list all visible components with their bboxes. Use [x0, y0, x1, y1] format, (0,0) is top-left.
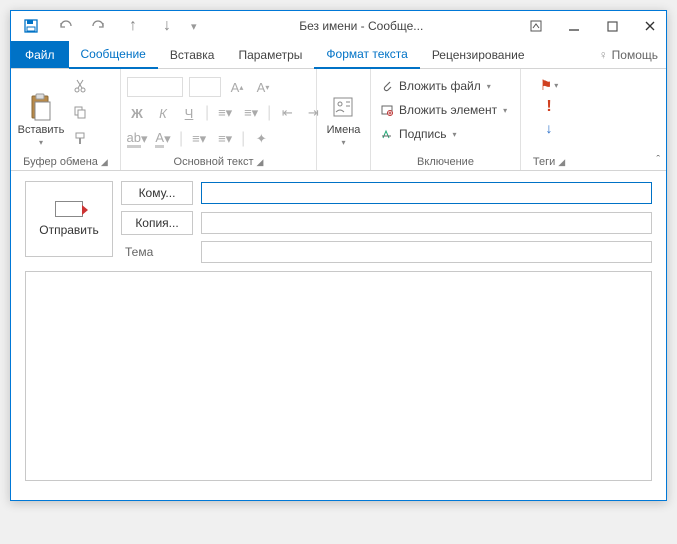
- format-painter-icon[interactable]: [69, 127, 91, 149]
- align-icon[interactable]: ≡▾: [189, 129, 209, 149]
- to-button[interactable]: Кому...: [121, 181, 193, 205]
- redo-icon[interactable]: [89, 16, 109, 36]
- ribbon-display-icon[interactable]: [526, 16, 546, 36]
- signature-label: Подпись: [399, 127, 447, 141]
- paste-label: Вставить: [18, 124, 65, 136]
- basictext-group-label: Основной текст: [174, 156, 254, 168]
- font-dropdown[interactable]: [127, 77, 183, 97]
- up-arrow-icon[interactable]: ↑: [123, 16, 143, 36]
- high-importance-button[interactable]: !: [546, 98, 551, 116]
- tags-group-label: Теги: [533, 156, 555, 168]
- chevron-down-icon: ▾: [341, 138, 345, 147]
- lightbulb-icon: ♀: [599, 48, 608, 62]
- chevron-down-icon: ▾: [503, 106, 507, 115]
- outlook-compose-window: ↑ ↓ ▾ Без имени - Сообще... Файл Сообщен…: [10, 10, 667, 501]
- clear-formatting-icon[interactable]: ✦: [251, 129, 271, 149]
- line-spacing-icon[interactable]: ≡▾: [215, 129, 235, 149]
- tab-format-text[interactable]: Формат текста: [314, 41, 419, 69]
- cut-icon[interactable]: [69, 75, 91, 97]
- cc-input[interactable]: [201, 212, 652, 234]
- undo-icon[interactable]: [55, 16, 75, 36]
- save-icon[interactable]: [21, 16, 41, 36]
- send-label: Отправить: [39, 223, 99, 237]
- ribbon-group-basic-text: A▴ A▾ Ж К Ч | ≡▾ ≡▾ | ⇤ ⇥ ab▾ A▾ |: [121, 69, 317, 170]
- names-label: Имена: [327, 124, 361, 136]
- italic-button[interactable]: К: [153, 103, 173, 123]
- chevron-down-icon: ▾: [453, 130, 457, 139]
- ribbon-group-names: Имена ▾: [317, 69, 371, 170]
- signature-button[interactable]: Подпись ▾: [377, 123, 509, 145]
- underline-button[interactable]: Ч: [179, 103, 199, 123]
- address-book-icon: [329, 92, 359, 122]
- paperclip-icon: [379, 79, 395, 93]
- minimize-icon[interactable]: [564, 16, 584, 36]
- ribbon-group-include: Вложить файл ▾ Вложить элемент ▾: [371, 69, 521, 170]
- envelope-send-icon: [55, 201, 83, 217]
- maximize-icon[interactable]: [602, 16, 622, 36]
- bullets-icon[interactable]: ≡▾: [215, 103, 235, 123]
- numbering-icon[interactable]: ≡▾: [241, 103, 261, 123]
- dialog-launcher-icon[interactable]: ◢: [101, 157, 108, 168]
- down-arrow-icon[interactable]: ↓: [157, 16, 177, 36]
- ribbon-group-clipboard: Вставить ▾ Буфер обмена ◢: [11, 69, 121, 170]
- include-group-label: Включение: [417, 156, 474, 168]
- shrink-font-icon[interactable]: A▾: [253, 77, 273, 97]
- tab-options[interactable]: Параметры: [226, 41, 314, 68]
- signature-icon: [379, 128, 395, 140]
- decrease-indent-icon[interactable]: ⇤: [277, 103, 297, 123]
- attach-item-label: Вложить элемент: [399, 103, 497, 117]
- tab-file[interactable]: Файл: [11, 41, 69, 68]
- exclamation-icon: !: [546, 98, 551, 116]
- attach-item-button[interactable]: Вложить элемент ▾: [377, 99, 509, 121]
- quick-access-toolbar: ↑ ↓ ▾: [17, 16, 197, 36]
- ribbon: Вставить ▾ Буфер обмена ◢: [11, 69, 666, 171]
- chevron-down-icon: ▾: [39, 138, 43, 147]
- help-label: Помощь: [612, 48, 658, 62]
- tab-review[interactable]: Рецензирование: [420, 41, 537, 68]
- message-body[interactable]: [25, 271, 652, 481]
- chevron-down-icon: ▾: [487, 82, 491, 91]
- clipboard-icon: [26, 92, 56, 122]
- cc-button[interactable]: Копия...: [121, 211, 193, 235]
- down-arrow-icon: ↓: [545, 120, 552, 136]
- tab-message[interactable]: Сообщение: [69, 41, 158, 69]
- window-controls: [526, 16, 660, 36]
- attach-file-button[interactable]: Вложить файл ▾: [377, 75, 509, 97]
- tab-help[interactable]: ♀ Помощь: [599, 41, 666, 68]
- to-input[interactable]: [201, 182, 652, 204]
- tab-insert[interactable]: Вставка: [158, 41, 227, 68]
- ribbon-group-tags: ⚑ ▾ ! ↓ Теги ◢: [521, 69, 577, 170]
- bold-button[interactable]: Ж: [127, 103, 147, 123]
- font-size-dropdown[interactable]: [189, 77, 221, 97]
- clipboard-group-label: Буфер обмена: [23, 156, 98, 168]
- subject-label: Тема: [121, 245, 193, 259]
- attach-item-icon: [379, 104, 395, 116]
- dialog-launcher-icon[interactable]: ◢: [257, 157, 264, 168]
- highlight-icon[interactable]: ab▾: [127, 129, 147, 149]
- low-importance-button[interactable]: ↓: [545, 120, 552, 136]
- collapse-ribbon-icon[interactable]: ˆ: [656, 154, 660, 166]
- compose-header: Отправить Кому... Копия... Тема: [11, 171, 666, 271]
- window-title: Без имени - Сообще...: [197, 19, 526, 33]
- attach-file-label: Вложить файл: [399, 79, 481, 93]
- title-bar: ↑ ↓ ▾ Без имени - Сообще...: [11, 11, 666, 41]
- subject-input[interactable]: [201, 241, 652, 263]
- grow-font-icon[interactable]: A▴: [227, 77, 247, 97]
- flag-icon: ⚑: [540, 77, 553, 94]
- paste-button[interactable]: Вставить ▾: [17, 73, 65, 147]
- close-icon[interactable]: [640, 16, 660, 36]
- chevron-down-icon: ▾: [554, 81, 558, 90]
- send-button[interactable]: Отправить: [25, 181, 113, 257]
- font-color-icon[interactable]: A▾: [153, 129, 173, 149]
- ribbon-tabs: Файл Сообщение Вставка Параметры Формат …: [11, 41, 666, 69]
- follow-up-flag-button[interactable]: ⚑ ▾: [540, 77, 559, 94]
- dialog-launcher-icon[interactable]: ◢: [558, 157, 565, 168]
- copy-icon[interactable]: [69, 101, 91, 123]
- compose-body-wrap: [11, 271, 666, 500]
- names-button[interactable]: Имена ▾: [323, 73, 364, 147]
